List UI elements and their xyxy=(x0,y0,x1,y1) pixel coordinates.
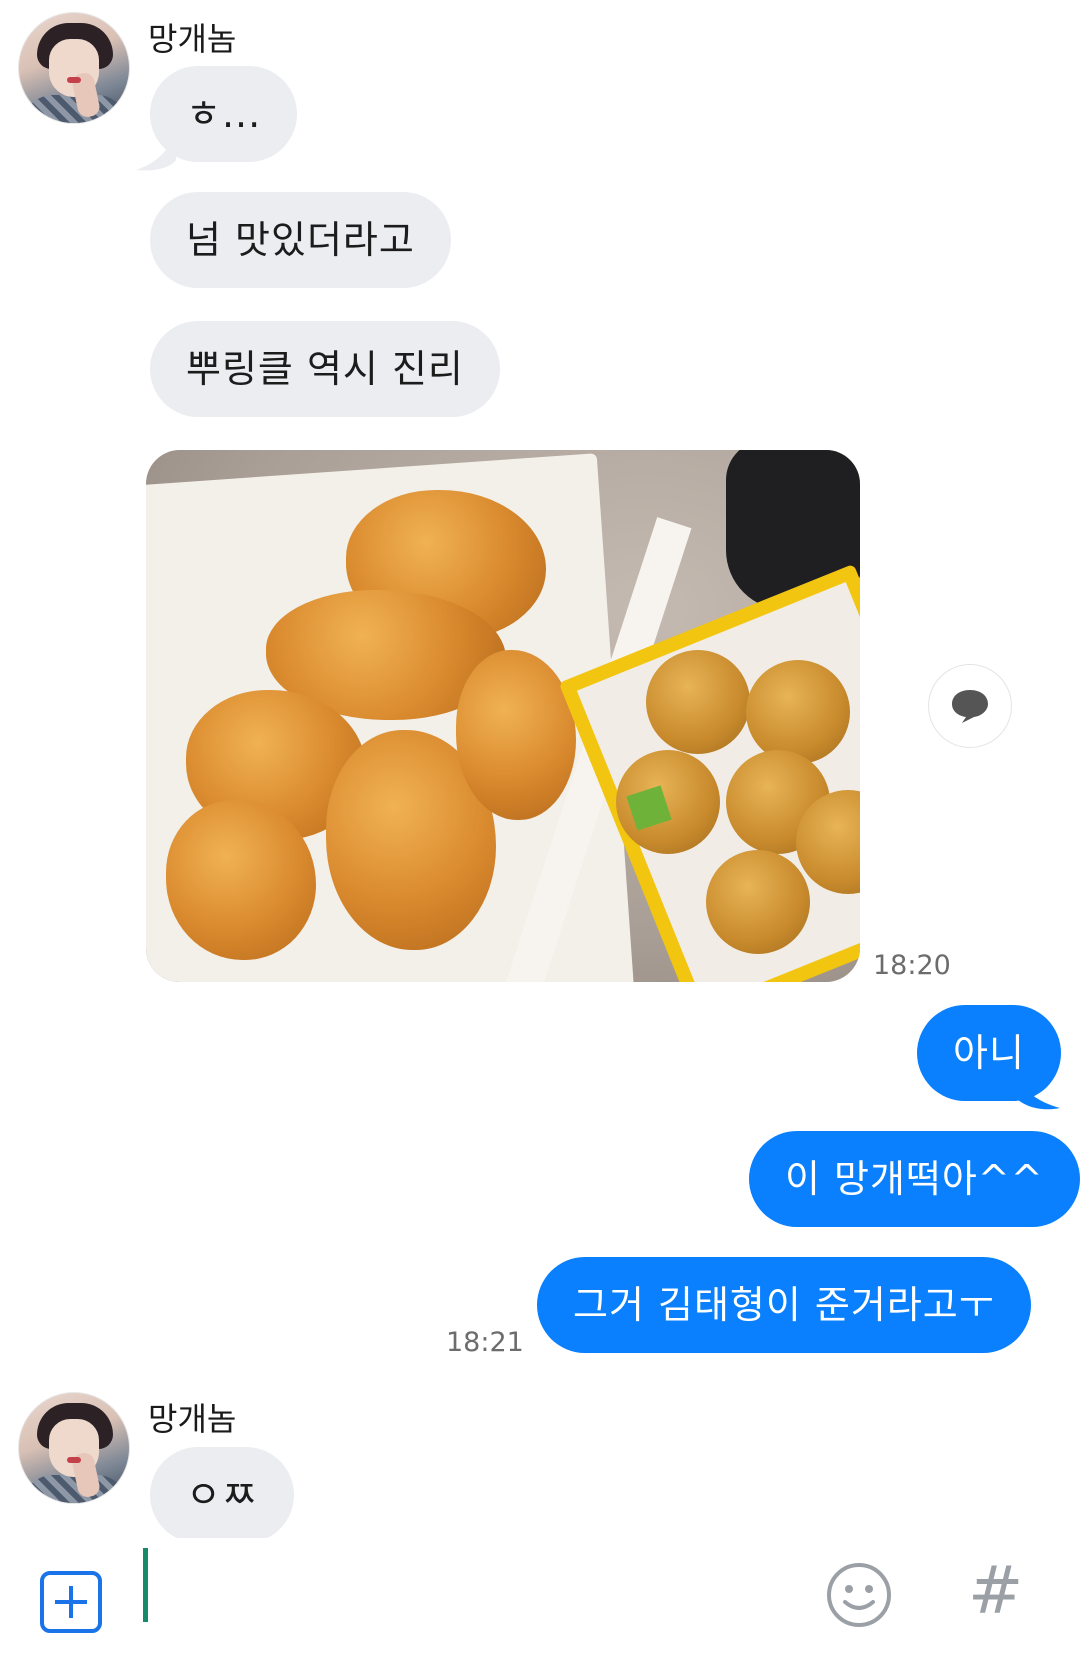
outgoing-message[interactable]: 이 망개떡아^^ xyxy=(749,1131,1080,1227)
plus-icon xyxy=(55,1586,87,1618)
message-composer: # xyxy=(0,1538,1080,1671)
add-attachment-button[interactable] xyxy=(40,1571,102,1633)
bubble-tail xyxy=(136,134,176,171)
message-time: 18:20 xyxy=(873,950,951,981)
sender-name: 망개놈 xyxy=(148,20,237,58)
bubble-tail xyxy=(1016,1072,1060,1110)
sender-name: 망개놈 xyxy=(148,1400,237,1438)
incoming-message[interactable]: 뿌링클 역시 진리 xyxy=(150,321,500,417)
incoming-message[interactable]: ㅇㅉ xyxy=(150,1447,294,1543)
sender-avatar[interactable] xyxy=(18,12,130,124)
emoji-button[interactable] xyxy=(826,1562,892,1628)
sender-avatar[interactable] xyxy=(18,1392,130,1504)
message-time: 18:21 xyxy=(446,1327,524,1358)
message-input-caret[interactable] xyxy=(143,1548,148,1622)
food-photo-message[interactable] xyxy=(146,450,860,982)
comment-button[interactable] xyxy=(928,664,1012,748)
emoji-icon xyxy=(827,1563,891,1627)
incoming-message[interactable]: 넘 맛있더라고 xyxy=(150,192,451,288)
hashtag-button[interactable]: # xyxy=(968,1552,1023,1629)
outgoing-message[interactable]: 그거 김태형이 준거라고ㅜ xyxy=(537,1257,1031,1353)
speech-bubble-icon xyxy=(952,690,988,723)
